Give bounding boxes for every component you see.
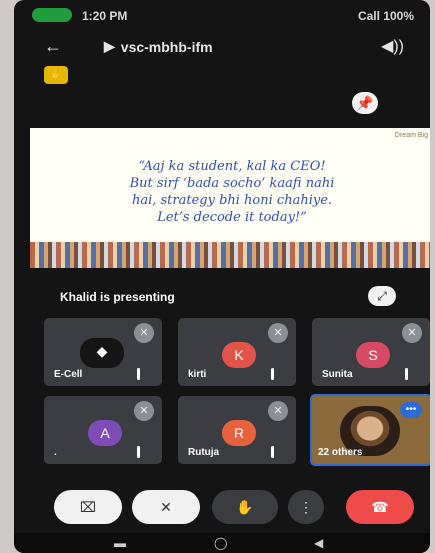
presenter-label: Khalid is presenting (60, 290, 175, 304)
quote-line: Let’s decode it today!” (157, 210, 307, 225)
mic-off-icon: ✕ (402, 323, 422, 343)
pin-icon: 📌 (356, 95, 374, 111)
call-header: ← ▶ vsc-mbhb-ifm ◀)) (14, 30, 430, 64)
status-time: 1:20 PM (82, 9, 128, 23)
mic-off-icon: ✕ (134, 323, 154, 343)
avatar: R (222, 420, 256, 446)
slide-quote: “Aaj ka student, kal ka CEO! But sirf ‘b… (30, 158, 430, 226)
back-icon[interactable]: ← (44, 36, 62, 57)
more-icon: ⋮ (299, 499, 313, 515)
participant-name: E-Cell (54, 369, 83, 380)
participant-name: kirti (188, 369, 207, 380)
status-bar: 1:20 PM Call 100% (14, 0, 430, 32)
call-title: ▶ vsc-mbhb-ifm (104, 38, 213, 55)
avatar: ◆ (80, 338, 124, 368)
avatar: A (88, 420, 122, 446)
pin-button[interactable]: 📌 (352, 92, 378, 114)
others-video-tile[interactable]: ••• 22 others (310, 394, 430, 466)
audio-level (137, 368, 140, 380)
avatar: K (222, 342, 256, 368)
hand-badge[interactable]: ✋ (44, 66, 68, 84)
participant-tile[interactable]: ✕ A . (44, 396, 162, 464)
mic-off-button[interactable]: ✕ (132, 490, 200, 524)
participant-tile[interactable]: ✕ ◆ E-Cell (44, 318, 162, 386)
presentation-slide: Dream Big “Aaj ka student, kal ka CEO! B… (30, 128, 430, 268)
quote-line: “Aaj ka student, kal ka CEO! (138, 159, 326, 174)
avatar: S (356, 342, 390, 368)
home-icon[interactable]: ◯ (214, 536, 227, 550)
speaker-icon[interactable]: ◀)) (381, 36, 404, 56)
quote-line: hai, strategy bhi honi chahiye. (131, 193, 333, 208)
more-dots-icon[interactable]: ••• (400, 402, 422, 418)
fullscreen-icon: ⤢ (377, 289, 387, 303)
system-nav-bar: ▬ ◯ ◀ (14, 533, 430, 553)
participant-tile[interactable]: ✕ S Sunita (312, 318, 430, 386)
call-indicator (32, 8, 72, 22)
end-call-icon: ☎ (371, 499, 389, 515)
video-icon: ▶ (104, 38, 115, 54)
phone-frame: 1:20 PM Call 100% ← ▶ vsc-mbhb-ifm ◀)) ✋… (14, 0, 430, 553)
crowd-illustration (30, 242, 430, 268)
participant-tile[interactable]: ✕ K kirti (178, 318, 296, 386)
call-controls: ⌧ ✕ ✋ ⋮ ☎ (54, 490, 430, 526)
more-button[interactable]: ⋮ (288, 490, 324, 524)
recents-icon[interactable]: ▬ (114, 536, 126, 550)
mic-off-icon: ✕ (268, 323, 288, 343)
raise-hand-button[interactable]: ✋ (212, 490, 278, 524)
audio-level (271, 446, 274, 458)
participant-name: . (54, 447, 57, 458)
slide-corner-label: Dream Big (394, 132, 428, 139)
hand-icon: ✋ (236, 499, 254, 515)
battery-indicator: Call 100% (357, 9, 414, 23)
audio-level (137, 446, 140, 458)
participant-name: Rutuja (188, 447, 220, 458)
audio-level (405, 368, 408, 380)
quote-line: But sirf ‘bada socho’ kaafi nahi (129, 176, 335, 191)
end-call-button[interactable]: ☎ (346, 490, 414, 524)
participant-name: Sunita (322, 369, 353, 380)
mic-off-icon: ✕ (160, 499, 172, 515)
audio-level (271, 368, 274, 380)
mic-off-icon: ✕ (134, 401, 154, 421)
fullscreen-button[interactable]: ⤢ (368, 286, 396, 306)
camera-off-button[interactable]: ⌧ (54, 490, 122, 524)
meeting-code: vsc-mbhb-ifm (120, 38, 213, 55)
others-count: 22 others (318, 447, 363, 458)
mic-off-icon: ✕ (268, 401, 288, 421)
camera-off-icon: ⌧ (79, 499, 97, 515)
participant-tile[interactable]: ✕ R Rutuja (178, 396, 296, 464)
back-nav-icon[interactable]: ◀ (314, 536, 323, 550)
